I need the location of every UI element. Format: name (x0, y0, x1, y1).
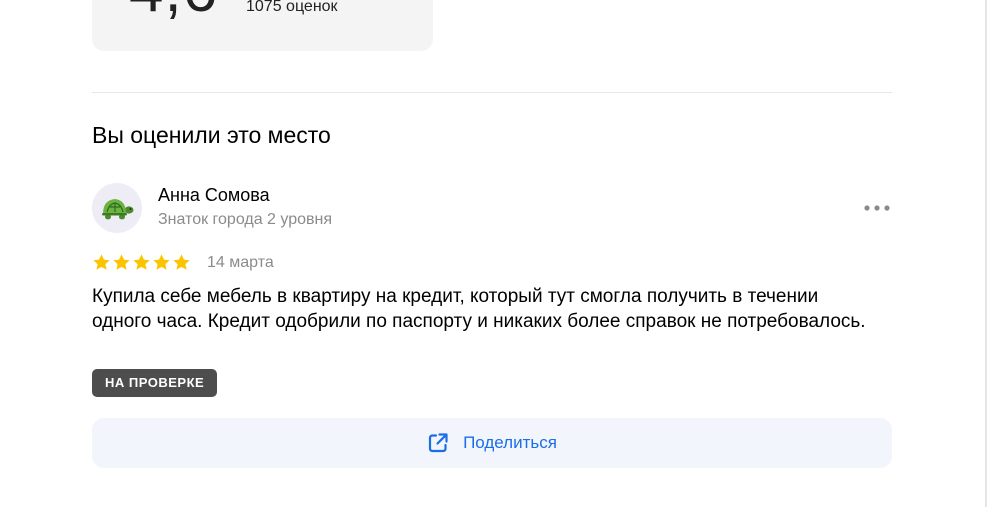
review-text: Купила себе мебель в квартиру на кредит,… (92, 286, 866, 332)
turtle-icon (102, 199, 134, 220)
avatar[interactable] (92, 183, 142, 233)
star-icon (153, 254, 170, 270)
star-icon (173, 254, 190, 270)
section-title: Вы оценили это место (92, 122, 331, 148)
star-icon (93, 254, 110, 270)
share-button[interactable]: Поделиться (92, 418, 892, 468)
status-badge: НА ПРОВЕРКЕ (92, 369, 218, 397)
star-icon (133, 254, 150, 270)
review-date: 14 марта (207, 254, 274, 271)
rating-count: 1075 оценок (246, 0, 338, 15)
more-dots-icon (864, 205, 890, 211)
rating-value: 4,6 (129, 0, 218, 22)
section-divider (92, 92, 892, 93)
author-name[interactable]: Анна Сомова (158, 185, 270, 206)
share-external-icon (428, 433, 448, 453)
author-level: Знаток города 2 уровня (158, 211, 333, 228)
more-options-button[interactable] (860, 196, 894, 220)
share-label: Поделиться (463, 433, 557, 452)
rating-summary-card: 4,6 1075 оценок (92, 0, 433, 51)
review-rating-stars (92, 253, 191, 272)
star-icon (113, 254, 130, 270)
